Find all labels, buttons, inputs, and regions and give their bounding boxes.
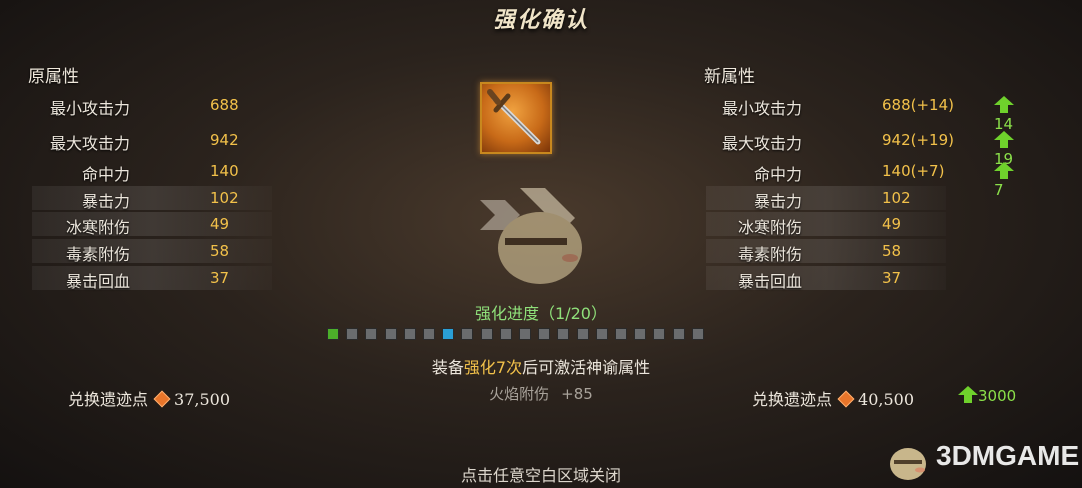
progress-square bbox=[634, 328, 647, 340]
stat-increase: 14 bbox=[994, 96, 1014, 133]
stat-label: 毒素附伤 bbox=[65, 245, 130, 264]
stat-row: 命中力 140 bbox=[32, 159, 272, 184]
fire-bonus-label: 火焰附伤 bbox=[489, 385, 550, 403]
stat-label: 命中力 bbox=[753, 165, 802, 184]
stat-increase-value: 7 bbox=[994, 181, 1004, 199]
stat-label: 暴击力 bbox=[753, 192, 802, 211]
original-exchange-points: 兑换遗迹点 37,500 bbox=[68, 386, 230, 410]
stat-row: 暴击回血 37 bbox=[32, 266, 272, 291]
info-prefix: 装备 bbox=[431, 358, 464, 377]
fire-bonus-value: +85 bbox=[561, 385, 593, 403]
stat-value: 37 bbox=[882, 269, 902, 287]
exchange-increase-value: 3000 bbox=[978, 387, 1017, 405]
progress-square bbox=[595, 328, 608, 340]
stat-row: 冰寒附伤 49 bbox=[706, 212, 946, 237]
stat-value: 140(+7) bbox=[882, 162, 945, 180]
stat-row: 冰寒附伤 49 bbox=[32, 212, 272, 237]
stat-value: 140 bbox=[210, 162, 239, 180]
stat-value: 49 bbox=[882, 215, 902, 233]
progress-square bbox=[346, 328, 359, 340]
stat-row: 最大攻击力 942 bbox=[32, 128, 272, 153]
progress-square bbox=[519, 328, 531, 340]
exchange-label: 兑换遗迹点 bbox=[68, 390, 149, 409]
stat-label: 最大攻击力 bbox=[721, 134, 802, 153]
progress-square bbox=[365, 328, 378, 340]
watermark-logo-icon bbox=[890, 448, 926, 480]
stat-value: 102 bbox=[210, 189, 239, 207]
stat-row: 最小攻击力 688(+14) 14 bbox=[706, 93, 1014, 133]
stat-value: 942(+19) bbox=[882, 131, 954, 149]
stat-row: 暴击回血 37 bbox=[706, 266, 946, 291]
stat-value: 942 bbox=[210, 131, 239, 149]
stat-value: 688(+14) bbox=[882, 96, 954, 114]
relic-gem-icon bbox=[153, 390, 171, 408]
stat-value: 688 bbox=[210, 96, 239, 114]
progress-square bbox=[576, 328, 589, 340]
stat-label: 最小攻击力 bbox=[721, 99, 802, 118]
stat-value: 37 bbox=[210, 269, 230, 287]
info-highlight: 强化7次 bbox=[463, 358, 523, 377]
green-up-arrow-icon bbox=[994, 162, 1014, 179]
stat-label: 命中力 bbox=[81, 165, 130, 184]
progress-square bbox=[615, 328, 627, 340]
oracle-activation-info: 装备强化7次后可激活神谕属性 bbox=[0, 354, 1082, 378]
relic-gem-icon bbox=[837, 390, 855, 408]
stat-row: 命中力 140(+7) 7 bbox=[706, 159, 1014, 199]
stat-label: 暴击回血 bbox=[65, 272, 130, 291]
progress-square bbox=[672, 328, 685, 340]
stat-value: 49 bbox=[210, 215, 230, 233]
new-exchange-points: 兑换遗迹点 40,500 bbox=[752, 386, 914, 410]
stat-value: 58 bbox=[882, 242, 902, 260]
progress-square bbox=[538, 328, 551, 340]
stat-value: 102 bbox=[882, 189, 911, 207]
stat-label: 毒素附伤 bbox=[737, 245, 802, 264]
green-up-arrow-icon bbox=[994, 131, 1014, 148]
progress-square bbox=[403, 328, 416, 340]
stat-label: 暴击力 bbox=[81, 192, 130, 211]
progress-square bbox=[461, 328, 474, 340]
stat-row: 毒素附伤 58 bbox=[706, 239, 946, 264]
dialog-title: 强化确认 bbox=[492, 7, 589, 33]
sword-icon bbox=[487, 89, 541, 145]
stat-label: 冰寒附伤 bbox=[65, 218, 130, 237]
info-suffix: 后可激活神谕属性 bbox=[522, 358, 651, 377]
progress-square bbox=[327, 328, 339, 340]
exchange-increase: 3000 bbox=[958, 386, 1016, 405]
exchange-label: 兑换遗迹点 bbox=[752, 390, 833, 409]
stat-label: 暴击回血 bbox=[737, 272, 802, 291]
green-up-arrow-icon bbox=[958, 386, 978, 403]
stat-value: 58 bbox=[210, 242, 230, 260]
progress-square bbox=[442, 328, 455, 340]
exchange-value: 40,500 bbox=[858, 390, 914, 409]
stat-row: 毒素附伤 58 bbox=[32, 239, 272, 264]
progress-square bbox=[557, 328, 570, 340]
stat-increase: 7 bbox=[994, 162, 1014, 199]
stat-label: 最小攻击力 bbox=[49, 99, 130, 118]
mascot-arrow-icon bbox=[480, 188, 582, 284]
stat-row: 最小攻击力 688 bbox=[32, 93, 272, 118]
stat-row: 最大攻击力 942(+19) 19 bbox=[706, 128, 1014, 168]
stat-row: 暴击力 102 bbox=[706, 186, 946, 211]
progress-square bbox=[653, 328, 666, 340]
stat-row: 暴击力 102 bbox=[32, 186, 272, 211]
original-attributes-heading: 原属性 bbox=[28, 67, 79, 87]
progress-square bbox=[384, 328, 397, 340]
watermark-text: 3DMGAME bbox=[936, 440, 1080, 471]
exchange-value: 37,500 bbox=[174, 390, 230, 409]
progress-square bbox=[423, 328, 435, 340]
enhance-progress-text: 强化进度（1/20） bbox=[475, 304, 607, 323]
stat-label: 冰寒附伤 bbox=[737, 218, 802, 237]
stat-label: 最大攻击力 bbox=[49, 134, 130, 153]
progress-square bbox=[480, 328, 493, 340]
equipment-slot[interactable] bbox=[480, 82, 552, 154]
green-up-arrow-icon bbox=[994, 96, 1014, 113]
progress-square bbox=[499, 328, 512, 340]
new-attributes-heading: 新属性 bbox=[704, 67, 755, 87]
progress-square bbox=[691, 328, 704, 340]
